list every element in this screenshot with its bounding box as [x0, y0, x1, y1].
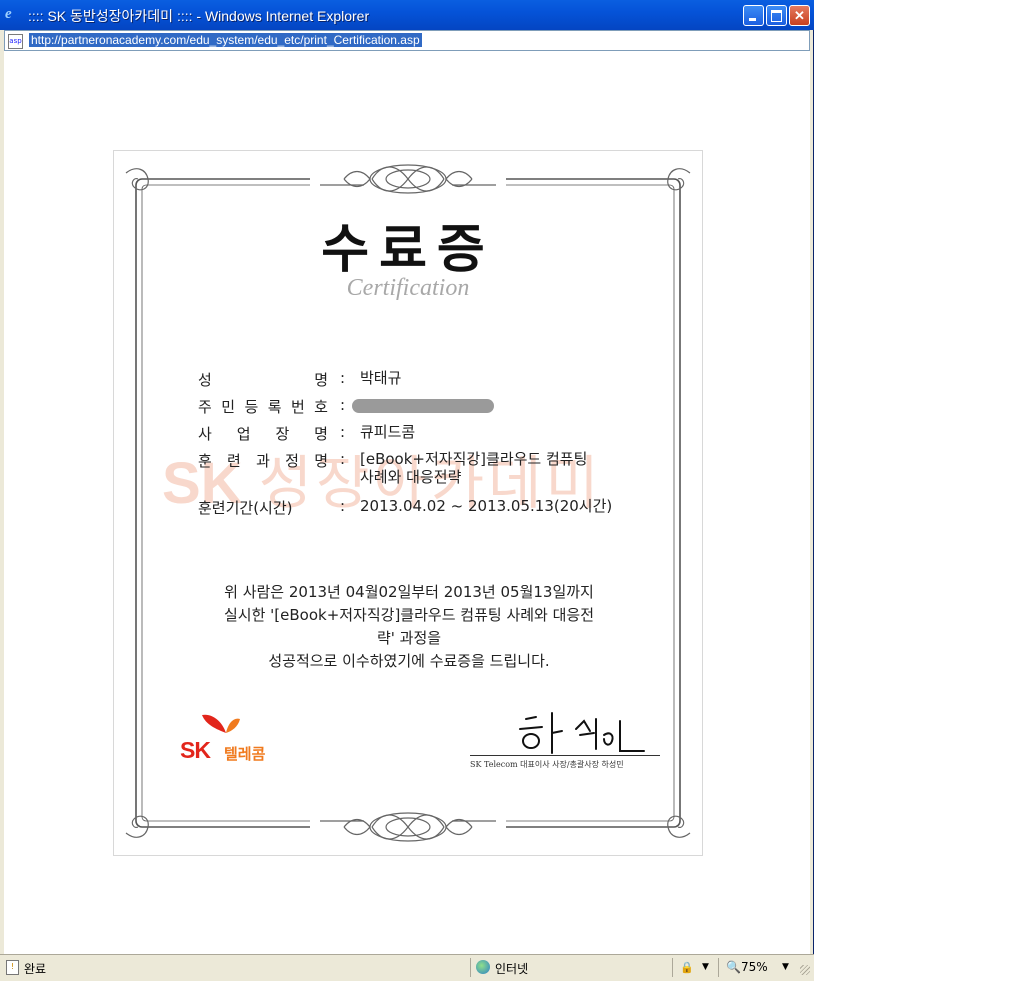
address-url[interactable]: http://partneronacademy.com/edu_system/e… [29, 33, 422, 47]
page-icon: asp [8, 34, 23, 49]
course-line-1: [eBook+저자직강]클라우드 컴퓨팅 [360, 450, 588, 468]
status-text: 완료 [24, 962, 47, 976]
close-icon: ✕ [794, 8, 805, 23]
title-bar[interactable]: e :::: SK 동반성장아카데미 :::: - Windows Intern… [0, 0, 814, 30]
field-value: 2013.04.02 ~ 2013.05.13(20시간) [360, 497, 613, 515]
field-label: 훈련기간(시간) [198, 499, 293, 517]
minimize-icon [744, 6, 763, 25]
protected-mode-icon[interactable]: 🔒 [680, 961, 694, 974]
page-content: SK 성장아카데미 수료증 Certification 성명 : 박태규 주민등… [4, 51, 810, 954]
certificate-body: 위 사람은 2013년 04월02일부터 2013년 05월13일까지 실시한 … [174, 581, 644, 673]
chevron-down-icon[interactable]: ▼ [702, 962, 709, 972]
field-colon: : [340, 369, 346, 387]
body-line: 실시한 '[eBook+저자직강]클라우드 컴퓨팅 사례와 대응전 [223, 606, 595, 624]
field-label: 성명 [198, 371, 328, 389]
body-line: 성공적으로 이수하였기에 수료증을 드립니다. [268, 652, 550, 670]
globe-icon [476, 960, 490, 974]
field-value: [eBook+저자직강]클라우드 컴퓨팅 사례와 대응전략 [360, 450, 587, 486]
field-value: 박태규 [360, 369, 402, 387]
status-bar: ! 완료 인터넷 🔒 ▼ 🔍 75% ▼ [0, 954, 814, 981]
zoom-level[interactable]: 75% [741, 960, 768, 974]
close-button[interactable]: ✕ [789, 5, 810, 26]
maximize-icon [767, 6, 786, 25]
signature-caption: SK Telecom 대표이사 사장/총괄사장 하성민 [470, 755, 660, 770]
certificate-title: 수료증 [321, 219, 495, 280]
protected-mode-cell[interactable] [672, 958, 716, 977]
resize-grip[interactable] [800, 965, 810, 975]
course-line-2: 사례와 대응전략 [360, 468, 462, 486]
field-value: 큐피드콤 [360, 423, 416, 441]
redaction-blur [352, 398, 494, 413]
address-bar[interactable]: asp http://partneronacademy.com/edu_syst… [4, 30, 810, 51]
security-zone: 인터넷 [495, 962, 529, 976]
field-colon: : [340, 396, 346, 414]
field-value-redacted [352, 396, 494, 414]
telecom-logo-text: 텔레콤 [224, 745, 266, 763]
zoom-icon[interactable]: 🔍 [726, 960, 741, 974]
certificate-subtitle: Certification [346, 275, 470, 301]
chevron-down-icon[interactable]: ▼ [782, 962, 789, 972]
field-colon: : [340, 450, 346, 468]
field-label: 사업장명 [198, 425, 328, 443]
field-colon: : [340, 497, 346, 515]
field-label: 주민등록번호 [198, 398, 328, 416]
ie-window: e :::: SK 동반성장아카데미 :::: - Windows Intern… [0, 0, 814, 981]
field-label: 훈련과정명 [198, 452, 328, 470]
ie-logo-icon: e [5, 6, 12, 22]
page-done-icon: ! [6, 960, 19, 975]
body-line: 략' 과정을 [376, 629, 442, 647]
minimize-button[interactable] [743, 5, 764, 26]
maximize-button[interactable] [766, 5, 787, 26]
sk-logo-text: SK [180, 737, 211, 763]
body-line: 위 사람은 2013년 04월02일부터 2013년 05월13일까지 [224, 583, 594, 601]
field-colon: : [340, 423, 346, 441]
window-title: :::: SK 동반성장아카데미 :::: - Windows Internet… [28, 8, 370, 24]
certificate: SK 성장아카데미 수료증 Certification 성명 : 박태규 주민등… [113, 150, 703, 856]
